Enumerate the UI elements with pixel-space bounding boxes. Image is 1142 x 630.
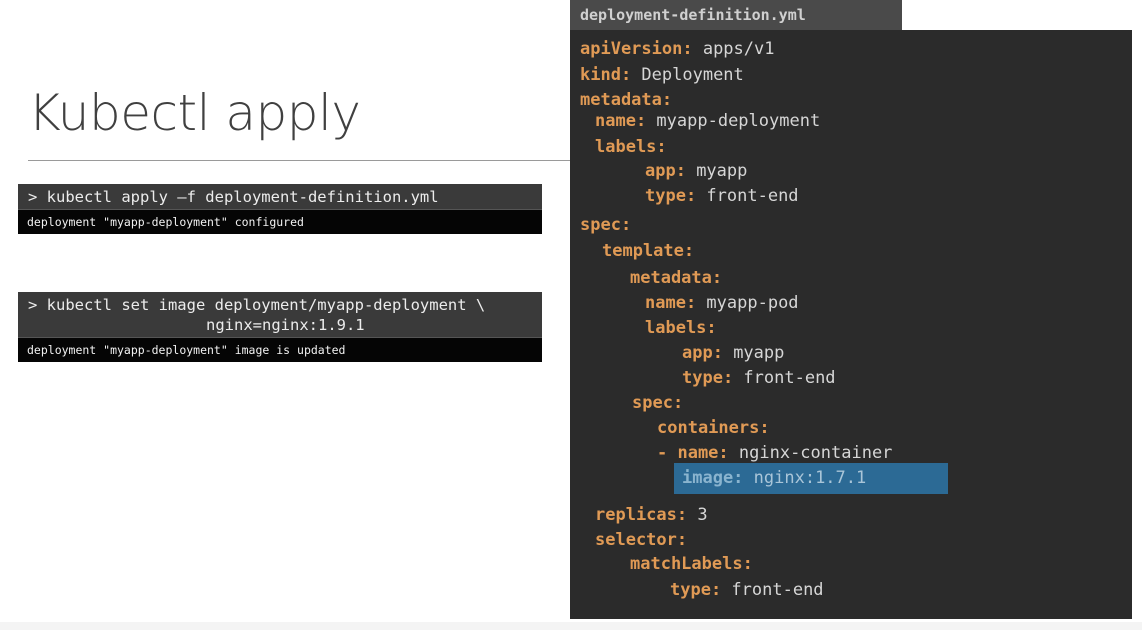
terminal-command: > kubectl set image deployment/myapp-dep… [18,292,542,338]
terminal-command-line-1: > kubectl set image deployment/myapp-dep… [28,296,486,314]
yaml-line: name: myapp-deployment [595,111,821,131]
yaml-line: matchLabels: [630,554,753,574]
yaml-line: spec: [580,215,632,235]
yaml-line: - name: nginx-container [657,443,893,463]
yaml-line: app: myapp [682,343,785,363]
terminal-set-image: > kubectl set image deployment/myapp-dep… [18,292,542,362]
yaml-line: metadata: [580,90,673,110]
yaml-line: selector: [595,530,688,550]
yaml-line: replicas: 3 [595,505,708,525]
yaml-line: spec: [632,393,684,413]
yaml-line: metadata: [630,268,723,288]
yaml-line: type: front-end [682,368,836,388]
slide-title: Kubectl apply [28,84,361,142]
yaml-line: type: front-end [645,186,799,206]
terminal-output: deployment "myapp-deployment" configured [18,210,542,234]
yaml-line: apiVersion: apps/v1 [580,39,775,59]
terminal-command: > kubectl apply –f deployment-definition… [18,184,542,210]
yaml-line-highlighted: image: nginx:1.7.1 [682,468,867,488]
yaml-line: name: myapp-pod [645,293,799,313]
yaml-line: app: myapp [645,161,748,181]
editor-file-tab[interactable]: deployment-definition.yml [570,0,902,30]
yaml-line: labels: [595,137,667,157]
yaml-line: labels: [645,318,717,338]
terminal-apply: > kubectl apply –f deployment-definition… [18,184,542,234]
title-divider [28,160,572,161]
bottom-band [0,622,1142,630]
yaml-line: kind: Deployment [580,65,744,85]
yaml-line: containers: [657,418,770,438]
yaml-line: template: [602,241,695,261]
yaml-line: type: front-end [670,580,824,600]
terminal-output: deployment "myapp-deployment" image is u… [18,338,542,362]
terminal-command-line-2: nginx=nginx:1.9.1 [206,316,365,334]
